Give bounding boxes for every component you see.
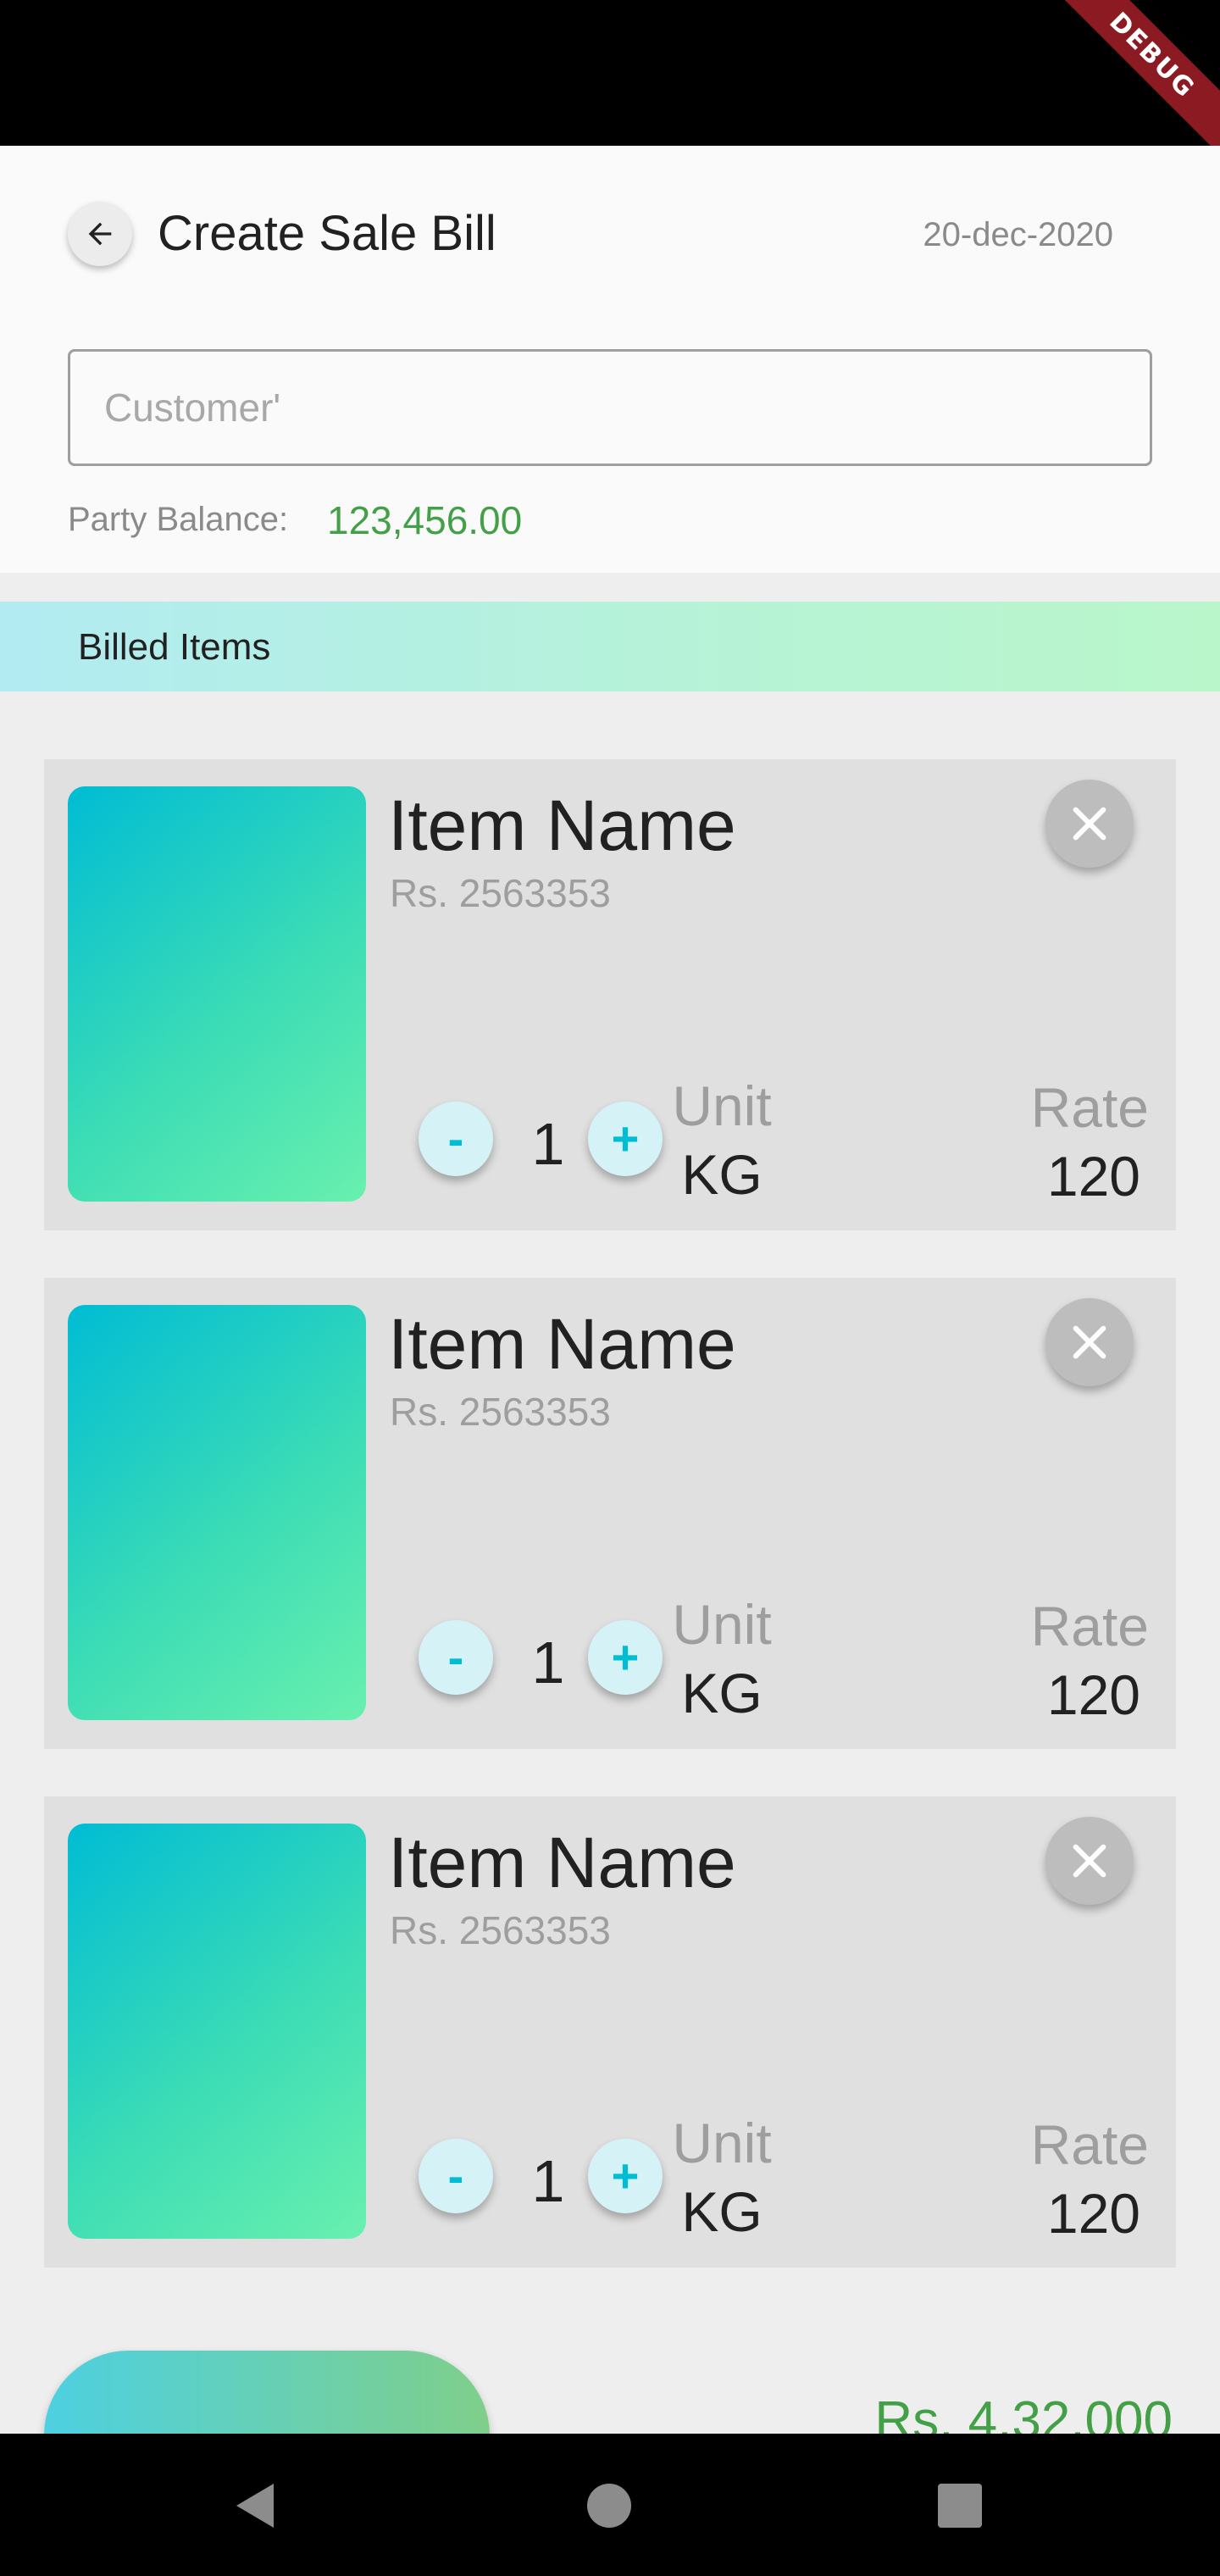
unit-label: Unit: [672, 2112, 772, 2174]
item-name: Item Name: [388, 1823, 736, 1902]
bill-date: 20-dec-2020: [923, 216, 1113, 253]
item-price: Rs. 2563353: [390, 1908, 611, 1952]
increase-quantity-button[interactable]: +: [588, 1620, 663, 1695]
nav-home-button[interactable]: [580, 2476, 639, 2535]
rate-label: Rate: [1030, 2113, 1149, 2176]
section-title: Billed Items: [78, 626, 271, 668]
item-name: Item Name: [388, 1304, 736, 1384]
bill-header: Create Sale Bill 20-dec-2020 Party Balan…: [0, 146, 1220, 573]
add-items-button[interactable]: Add Items: [44, 2351, 490, 2434]
party-balance-value: 123,456.00: [327, 498, 523, 542]
rate-value[interactable]: 120: [1047, 2181, 1140, 2246]
back-button[interactable]: [68, 202, 132, 266]
item-price: Rs. 2563353: [390, 871, 611, 915]
circle-home-icon: [587, 2484, 631, 2528]
remove-item-button[interactable]: [1045, 780, 1134, 868]
rate-value[interactable]: 120: [1047, 1663, 1140, 1727]
item-image: [68, 1824, 366, 2239]
close-icon: [1073, 807, 1106, 841]
arrow-left-icon: [88, 222, 112, 246]
item-price: Rs. 2563353: [390, 1390, 611, 1434]
decrease-quantity-button[interactable]: -: [419, 2139, 493, 2213]
increase-quantity-button[interactable]: +: [588, 2139, 663, 2213]
app-screen: Create Sale Bill 20-dec-2020 Party Balan…: [0, 146, 1220, 2434]
nav-back-button[interactable]: [225, 2476, 285, 2535]
decrease-quantity-button[interactable]: -: [419, 1102, 493, 1176]
item-image: [68, 786, 366, 1202]
remove-item-button[interactable]: [1045, 1817, 1134, 1905]
system-navigation-bar: [0, 2434, 1220, 2576]
unit-value[interactable]: KG: [654, 1142, 790, 1207]
item-image: [68, 1305, 366, 1720]
rate-label: Rate: [1030, 1076, 1149, 1139]
unit-label: Unit: [672, 1593, 772, 1656]
party-balance-label: Party Balance:: [68, 501, 289, 538]
triangle-back-icon: [236, 2484, 274, 2528]
close-icon: [1073, 1325, 1106, 1359]
billed-item-card: Item Name Rs. 2563353 - 1 + Unit KG Rate…: [44, 759, 1176, 1230]
unit-value[interactable]: KG: [654, 1661, 790, 1725]
unit-label: Unit: [672, 1074, 772, 1137]
bill-total: Rs. 4,32,000: [874, 2391, 1173, 2434]
unit-value[interactable]: KG: [654, 2179, 790, 2244]
billed-item-card: Item Name Rs. 2563353 - 1 + Unit KG Rate…: [44, 1278, 1176, 1749]
billed-item-card: Item Name Rs. 2563353 - 1 + Unit KG Rate…: [44, 1796, 1176, 2268]
item-name: Item Name: [388, 786, 736, 865]
nav-recent-apps-button[interactable]: [930, 2476, 990, 2535]
debug-banner: DEBUG: [1045, 0, 1220, 146]
customer-input[interactable]: [68, 349, 1152, 466]
increase-quantity-button[interactable]: +: [588, 1102, 663, 1176]
rate-label: Rate: [1030, 1595, 1149, 1657]
billed-items-section-header: Billed Items: [0, 602, 1220, 691]
quantity-value: 1: [531, 1111, 565, 1177]
decrease-quantity-button[interactable]: -: [419, 1620, 493, 1695]
remove-item-button[interactable]: [1045, 1298, 1134, 1386]
quantity-value: 1: [531, 2148, 565, 2214]
status-bar: DEBUG: [0, 0, 1220, 146]
rate-value[interactable]: 120: [1047, 1144, 1140, 1208]
quantity-value: 1: [531, 1629, 565, 1696]
close-icon: [1073, 1844, 1106, 1878]
page-title: Create Sale Bill: [158, 206, 496, 261]
square-recent-icon: [938, 2484, 982, 2528]
